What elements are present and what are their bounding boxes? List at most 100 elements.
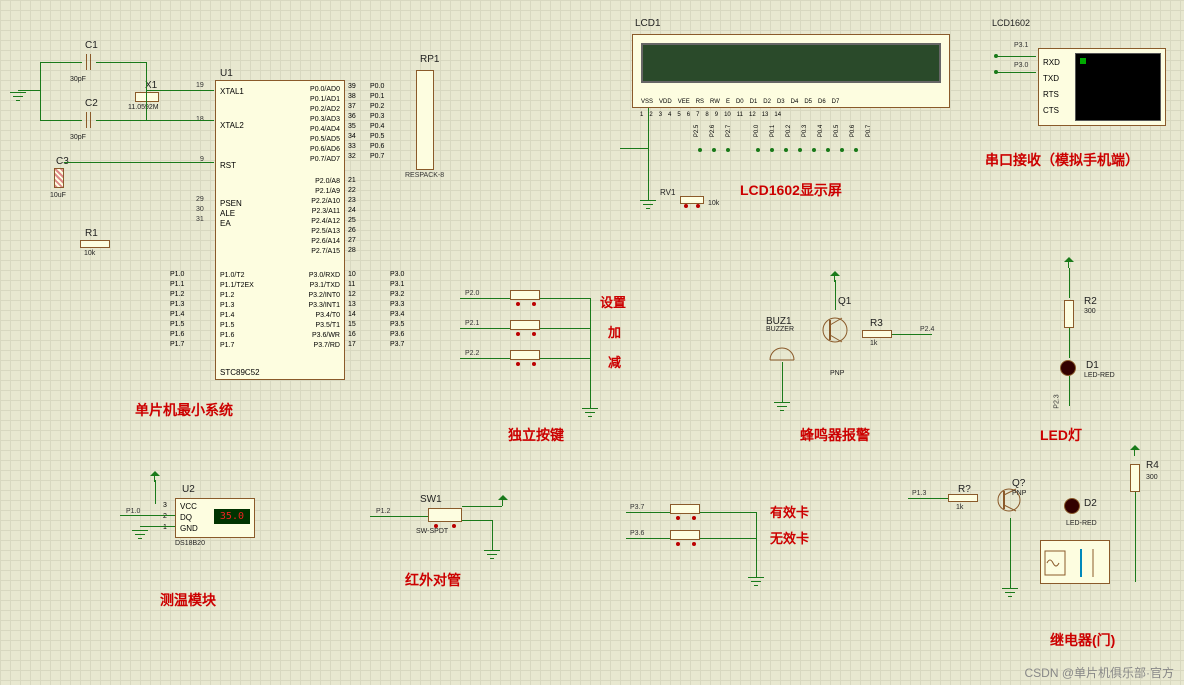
- mcu-p1-block: P1.0/T2 P1.1/T2EX P1.2 P1.3 P1.4 P1.5 P1…: [220, 271, 254, 351]
- rq-body: [948, 494, 978, 502]
- mcu-p3-block: P3.0/RXD P3.1/TXD P3.2/INT0 P3.3/INT1 P3…: [308, 271, 340, 351]
- title-led: LED灯: [1040, 425, 1082, 445]
- pinnums-p3: 1011121314151617: [348, 270, 356, 350]
- btn-set[interactable]: [510, 290, 540, 300]
- r4-val: 300: [1146, 474, 1158, 481]
- mcu-pin-xtal2: XTAL2: [220, 121, 244, 130]
- sw1-ref: SW1: [420, 494, 442, 505]
- d1-ref: D1: [1086, 360, 1099, 371]
- led-vcc: [1064, 258, 1074, 268]
- sw1-net: P1.2: [376, 508, 390, 515]
- card-gnd: [748, 577, 764, 589]
- u2-ref: U2: [182, 484, 195, 495]
- gnd-osc: [10, 92, 26, 104]
- u2-gnd: [132, 530, 148, 542]
- p1-netlabels: P1.0P1.1P1.2P1.3P1.4P1.5P1.6P1.7: [170, 270, 184, 350]
- btn-add[interactable]: [510, 320, 540, 330]
- c1-ref: C1: [85, 40, 98, 51]
- lcd-pinnums: 123 456 789 101112 1314: [640, 112, 781, 118]
- buz-net: P2.4: [920, 326, 934, 333]
- qq-val: PNP: [1012, 490, 1026, 497]
- c2-val: 30pF: [70, 134, 86, 141]
- u1-ref: U1: [220, 68, 233, 79]
- led-d1-icon: [1060, 360, 1076, 376]
- btn-p20: P2.0: [465, 290, 479, 297]
- title-ir: 红外对管: [405, 570, 461, 590]
- q1-ref: Q1: [838, 296, 851, 307]
- rp1-pins: P0.0P0.1P0.2P0.3P0.4P0.5P0.6P0.7: [370, 82, 384, 162]
- rq-val: 1k: [956, 504, 963, 511]
- pinnums-p0: 3938373635343332: [348, 82, 356, 162]
- r3-val: 1k: [870, 340, 877, 347]
- transistor-qq-icon: [994, 482, 1024, 518]
- rp1-value: RESPACK-8: [405, 172, 444, 179]
- u1-part: STC89C52: [220, 368, 260, 377]
- r4-body: [1130, 464, 1140, 492]
- lcd-ref: LCD1: [635, 18, 661, 29]
- title-lcd: LCD1602显示屏: [740, 180, 842, 200]
- mcu-pin-psen: PSEN: [220, 199, 242, 208]
- card-invalid-btn[interactable]: [670, 530, 700, 540]
- mcu-p0-block: P0.0/AD0 P0.1/AD1 P0.2/AD2 P0.3/AD3 P0.4…: [310, 85, 340, 165]
- u2-nums: 321: [163, 500, 167, 533]
- serial-pins: RXD TXD RTS CTS: [1043, 55, 1060, 119]
- u2-pins: VCCDQGND: [180, 501, 198, 534]
- r4-ref: R4: [1146, 460, 1159, 471]
- u2-display: 35.0: [214, 509, 250, 524]
- btn-label-set: 设置: [600, 292, 626, 311]
- c1-val: 30pF: [70, 76, 86, 83]
- pinnums-p2: 2122232425262728: [348, 176, 356, 256]
- title-card-valid: 有效卡: [770, 502, 809, 521]
- buz-vcc: [830, 272, 840, 282]
- rv1-body: [680, 196, 704, 204]
- lcd-netrow: P2.5 P2.6 P2.7 P0.0 P0.1 P0.2 P0.3 P0.4 …: [690, 128, 876, 134]
- card-valid-net: P3.7: [630, 504, 644, 511]
- buzzer-icon: [768, 336, 798, 362]
- title-buttons: 独立按键: [508, 425, 564, 445]
- sw1-body[interactable]: [428, 508, 462, 522]
- relay-gnd: [1002, 588, 1018, 600]
- r3-ref: R3: [870, 318, 883, 329]
- sw1-vcc: [498, 496, 508, 506]
- mcu-pin-rst: RST: [220, 161, 236, 170]
- lcd-pins: VSSVDDVEE RSRWE D0D1D2 D3D4D5 D6D7: [641, 99, 839, 105]
- r1-val: 10k: [84, 250, 95, 257]
- card-valid-btn[interactable]: [670, 504, 700, 514]
- x1-val: 11.0592M: [128, 104, 159, 111]
- title-mcu: 单片机最小系统: [135, 400, 233, 420]
- title-card-invalid: 无效卡: [770, 528, 809, 547]
- r2-body: [1064, 300, 1074, 328]
- serial-net-rxd: P3.1: [1014, 42, 1028, 49]
- c3-body: [54, 168, 64, 188]
- btn-sub[interactable]: [510, 350, 540, 360]
- r1-body: [80, 240, 110, 248]
- r3-body: [862, 330, 892, 338]
- watermark: CSDN @单片机俱乐部·官方: [1024, 664, 1174, 681]
- r2-val: 300: [1084, 308, 1096, 315]
- r2-ref: R2: [1084, 296, 1097, 307]
- serial-screen: [1075, 53, 1161, 121]
- lcd-part: LCD1602: [992, 18, 1030, 28]
- title-temp: 测温模块: [160, 590, 216, 610]
- relay-net: P1.3: [912, 490, 926, 497]
- buz-gnd: [774, 402, 790, 414]
- title-serial: 串口接收（模拟手机端）: [985, 150, 1139, 170]
- pinnum-31: 31: [196, 216, 204, 223]
- c3-val: 10uF: [50, 192, 66, 199]
- btns-gnd: [582, 408, 598, 420]
- u2-net: P1.0: [126, 508, 140, 515]
- lcd-screen: [641, 43, 941, 83]
- pinnum-29: 29: [196, 196, 204, 203]
- cursor-icon: [1080, 58, 1086, 64]
- p3-netlabels: P3.0P3.1P3.2P3.3P3.4P3.5P3.6P3.7: [390, 270, 404, 350]
- u2-part: DS18B20: [175, 540, 205, 547]
- pinnum-19: 19: [196, 82, 204, 89]
- c1-body: [82, 54, 96, 70]
- c2-ref: C2: [85, 98, 98, 109]
- mcu-pin-xtal1: XTAL1: [220, 87, 244, 96]
- d1-val: LED-RED: [1084, 372, 1115, 379]
- lcd-body: VSSVDDVEE RSRWE D0D1D2 D3D4D5 D6D7: [632, 34, 950, 108]
- lcd-gnd: [640, 200, 656, 212]
- serial-net-txd: P3.0: [1014, 62, 1028, 69]
- title-buzzer: 蜂鸣器报警: [800, 425, 870, 445]
